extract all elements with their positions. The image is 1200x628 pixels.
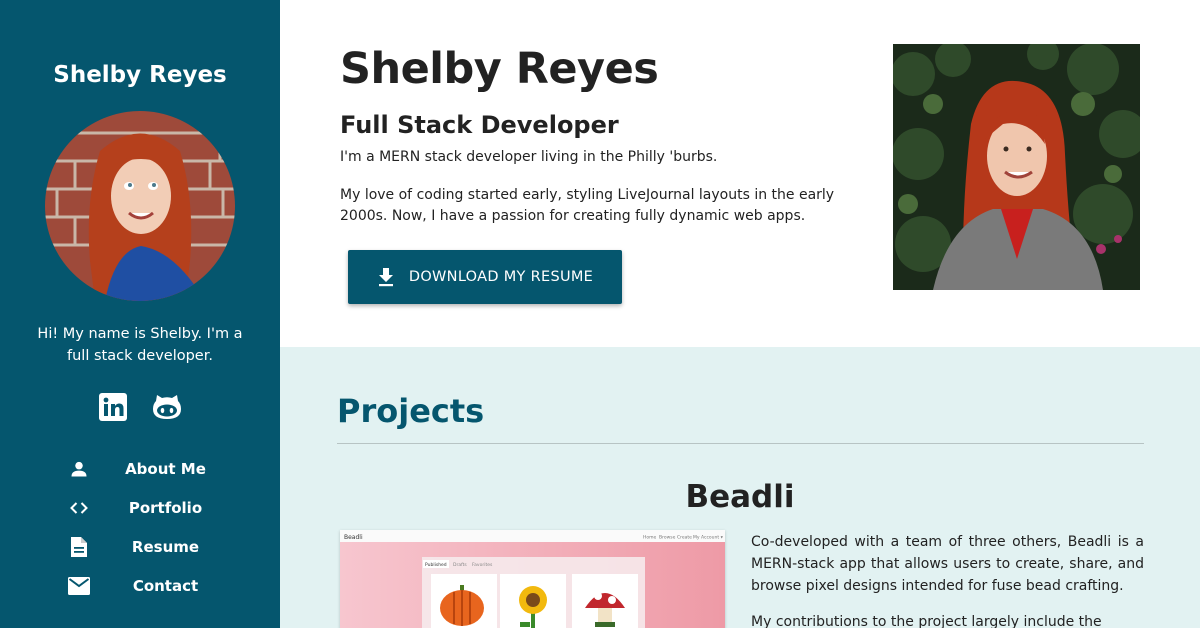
screenshot-tab-published: Published — [425, 562, 447, 568]
github-link[interactable] — [152, 392, 182, 422]
sidebar: Shelby Reyes Hi! My name is Shelby. I'm … — [0, 0, 280, 628]
nav-item-contact[interactable]: Contact — [0, 566, 280, 605]
code-icon — [67, 496, 91, 520]
download-resume-label: DOWNLOAD MY RESUME — [408, 269, 594, 285]
linkedin-icon — [99, 393, 127, 421]
download-icon — [378, 268, 393, 287]
project-paragraph: My contributions to the project largely … — [751, 614, 1102, 628]
nav-item-portfolio[interactable]: Portfolio — [0, 488, 280, 527]
screenshot-nav-browse: Browse — [659, 535, 676, 541]
linkedin-link[interactable] — [98, 392, 128, 422]
project-screenshot-beadli[interactable]: Beadli Home Browse Create My Account ▾ P… — [340, 530, 725, 628]
github-icon — [153, 395, 181, 419]
hero-section: Shelby Reyes Full Stack Developer I'm a … — [280, 0, 1200, 347]
sidebar-name: Shelby Reyes — [53, 62, 227, 88]
profile-photo — [893, 44, 1140, 290]
sidebar-bio: Hi! My name is Shelby. I'm a full stack … — [37, 326, 243, 364]
nav-label-about: About Me — [125, 459, 206, 478]
sidebar-nav: About Me Portfolio Resume Contact — [0, 449, 280, 605]
download-resume-button[interactable]: DOWNLOAD MY RESUME — [348, 250, 622, 304]
screenshot-nav-account: My Account ▾ — [693, 535, 724, 541]
mail-icon — [67, 574, 91, 598]
hero-description: My love of coding started early, styling… — [340, 187, 835, 224]
screenshot-tab-favorites: Favorites — [472, 562, 493, 568]
hero-role: Full Stack Developer — [340, 111, 619, 139]
projects-divider — [337, 443, 1144, 444]
person-icon — [67, 457, 91, 481]
projects-heading: Projects — [337, 392, 485, 430]
project-description-beadli: Co-developed with a team of three others… — [751, 531, 1144, 628]
nav-label-contact: Contact — [132, 576, 199, 595]
nav-item-about[interactable]: About Me — [0, 449, 280, 488]
document-icon — [67, 535, 91, 559]
nav-label-resume: Resume — [131, 537, 200, 556]
avatar-photo — [45, 111, 235, 301]
nav-label-portfolio: Portfolio — [128, 498, 203, 517]
hero-intro: I'm a MERN stack developer living in the… — [340, 149, 718, 165]
screenshot-nav-home: Home — [643, 535, 657, 541]
screenshot-brand: Beadli — [344, 534, 363, 541]
nav-item-resume[interactable]: Resume — [0, 527, 280, 566]
project-paragraph: Co-developed with a team of three others… — [751, 534, 1144, 594]
projects-section: Projects Beadli Beadli Home Browse Creat… — [280, 347, 1200, 628]
avatar — [45, 111, 235, 301]
screenshot-nav-create: Create — [677, 535, 692, 541]
project-title-beadli: Beadli — [685, 479, 795, 515]
page-title: Shelby Reyes — [340, 44, 659, 94]
social-links — [0, 392, 280, 422]
screenshot-tab-drafts: Drafts — [453, 562, 467, 568]
